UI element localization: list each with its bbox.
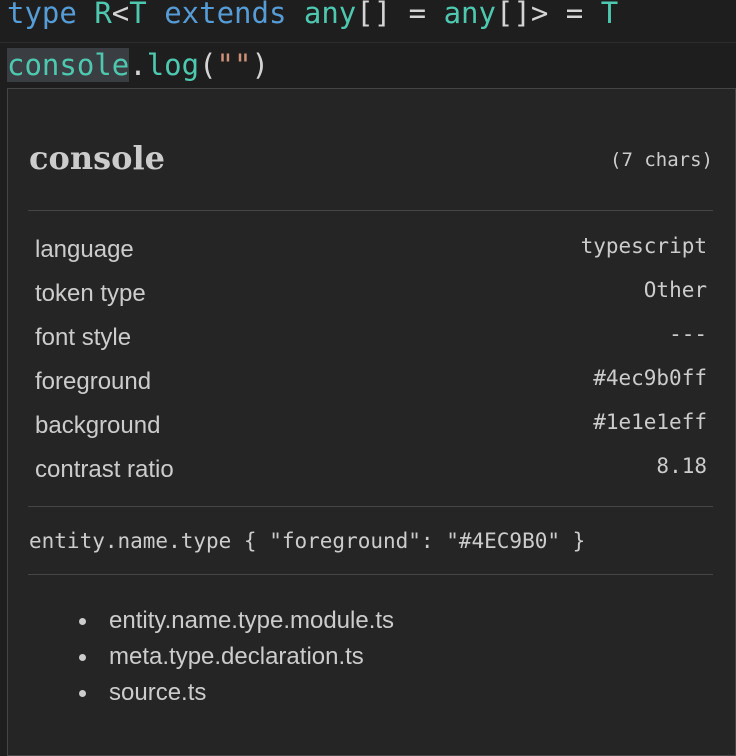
code-token[interactable]: [] = xyxy=(356,0,443,30)
code-token[interactable]: . xyxy=(129,48,146,82)
divider-middle xyxy=(28,506,713,507)
code-token[interactable]: []> = xyxy=(496,0,601,30)
property-value: typescript xyxy=(580,234,707,258)
scope-list: entity.name.type.module.ts meta.type.decl… xyxy=(76,603,394,711)
property-row: background #1e1e1eff xyxy=(35,407,707,451)
property-row: font style --- xyxy=(35,319,707,363)
property-value: #4ec9b0ff xyxy=(593,366,707,390)
property-label: language xyxy=(35,236,134,263)
property-label: font style xyxy=(35,324,132,351)
code-token[interactable] xyxy=(77,0,94,30)
property-label: contrast ratio xyxy=(35,456,174,483)
bullet-icon xyxy=(79,618,86,625)
scope-item: meta.type.declaration.ts xyxy=(76,639,394,675)
code-token[interactable]: ( xyxy=(199,48,216,82)
code-token[interactable]: any xyxy=(444,0,496,30)
property-table: language typescript token type Other font st… xyxy=(35,231,707,495)
code-token[interactable]: T xyxy=(601,0,618,30)
divider-top xyxy=(28,210,713,211)
bullet-icon xyxy=(79,690,86,697)
bullet-icon xyxy=(79,654,86,661)
code-token[interactable]: T xyxy=(129,0,146,30)
code-token[interactable]: ) xyxy=(251,48,268,82)
property-value: 8.18 xyxy=(656,454,707,478)
property-value: Other xyxy=(643,278,707,302)
code-token[interactable]: "" xyxy=(217,48,252,82)
code-token[interactable]: R xyxy=(94,0,111,30)
code-token[interactable]: extends xyxy=(164,0,286,30)
property-label: background xyxy=(35,412,161,439)
code-token[interactable]: any xyxy=(304,0,356,30)
property-row: foreground #4ec9b0ff xyxy=(35,363,707,407)
inspector-header: console (7 chars) xyxy=(29,133,713,189)
property-label: foreground xyxy=(35,368,152,395)
token-inspector-widget: console (7 chars) language typescript toke… xyxy=(7,88,736,756)
scope-text: entity.name.type.module.ts xyxy=(109,607,395,634)
code-line-2[interactable]: console.log("") xyxy=(0,42,736,86)
property-label: token type xyxy=(35,280,146,307)
code-token[interactable]: < xyxy=(112,0,129,30)
scope-text: meta.type.declaration.ts xyxy=(109,643,364,670)
code-token[interactable]: type xyxy=(7,0,77,30)
property-row: token type Other xyxy=(35,275,707,319)
code-line-1[interactable]: type R<T extends any[] = any[]> = T xyxy=(0,0,736,34)
property-value: #1e1e1eff xyxy=(593,410,707,434)
property-row: language typescript xyxy=(35,231,707,275)
property-value: --- xyxy=(669,322,707,346)
token-name: console xyxy=(29,139,165,177)
scope-text: source.ts xyxy=(109,679,207,706)
code-token[interactable] xyxy=(147,0,164,30)
scope-item: entity.name.type.module.ts xyxy=(76,603,394,639)
hovered-token[interactable]: console xyxy=(7,48,130,82)
code-token[interactable]: log xyxy=(147,48,199,82)
property-row: contrast ratio 8.18 xyxy=(35,451,707,495)
code-token[interactable] xyxy=(286,0,303,30)
divider-bottom xyxy=(28,574,713,575)
theme-rule: entity.name.type { "foreground": "#4EC9B… xyxy=(29,529,586,553)
char-count: (7 chars) xyxy=(610,149,713,171)
scope-item: source.ts xyxy=(76,675,394,711)
